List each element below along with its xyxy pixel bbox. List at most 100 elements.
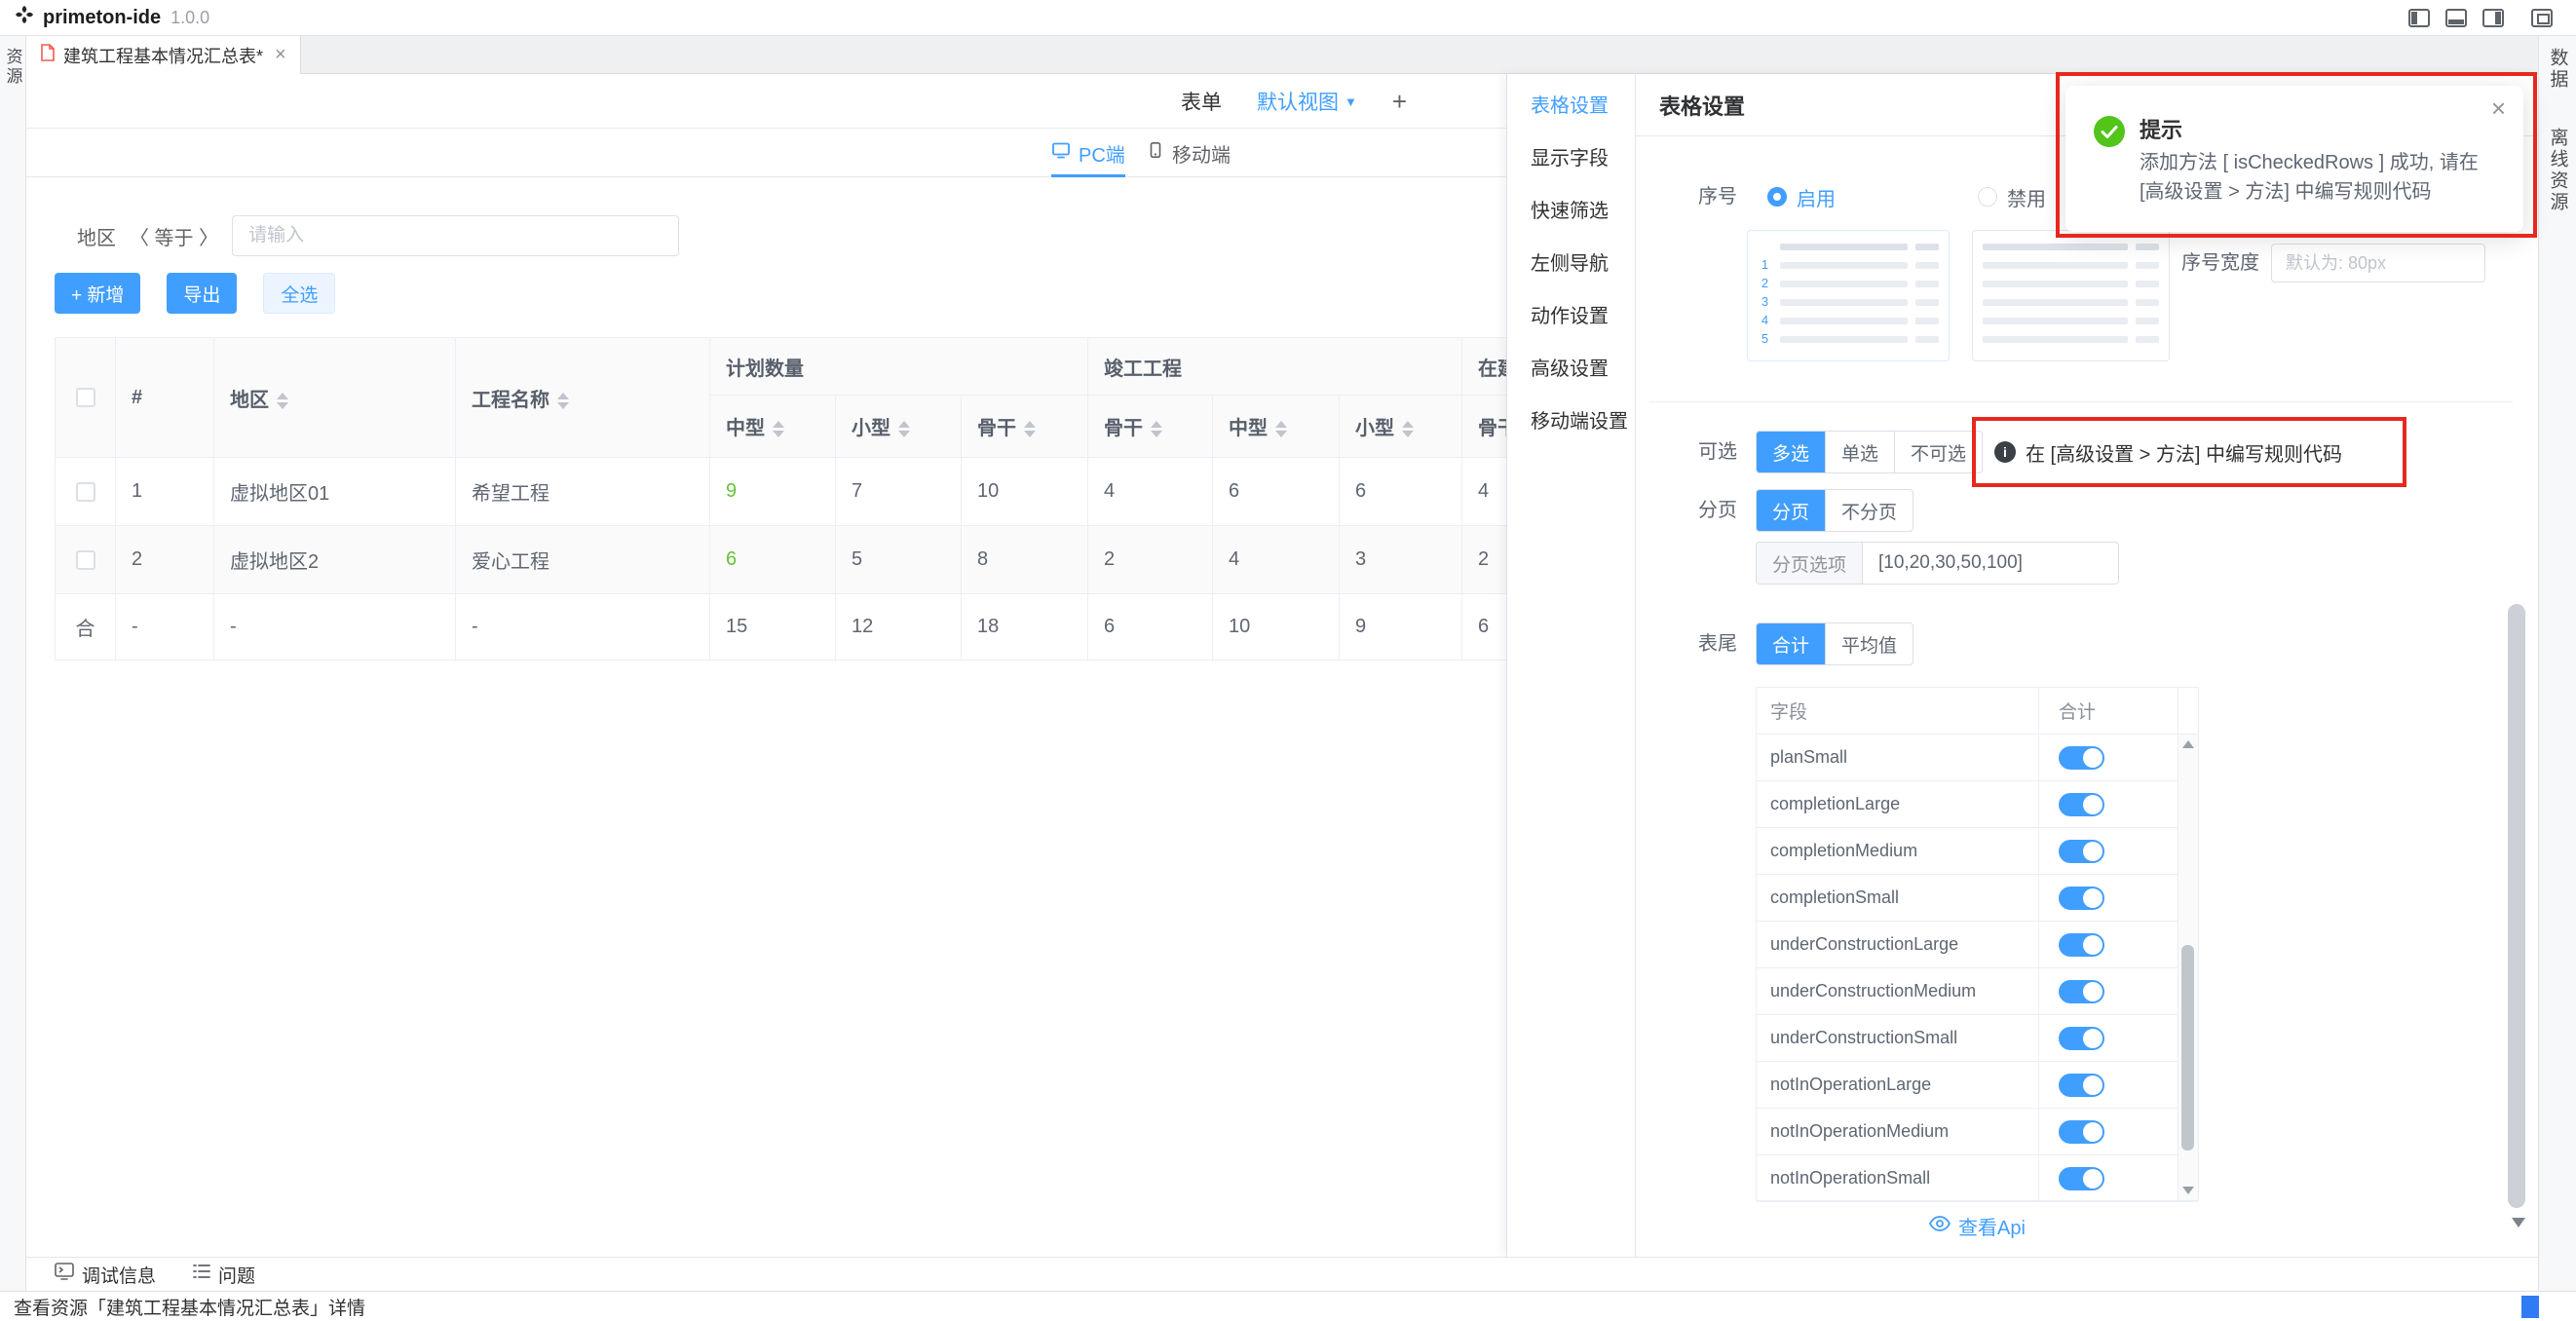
rail-resources[interactable]: 资源: [1, 48, 25, 87]
header-project-name[interactable]: 工程名称: [456, 338, 710, 458]
form-menu[interactable]: 表单: [1181, 87, 1222, 116]
sort-icon[interactable]: [1151, 421, 1162, 437]
field-name: underConstructionMedium: [1757, 968, 2039, 1014]
field-name: notInOperationSmall: [1757, 1155, 2039, 1201]
table-row[interactable]: 1 虚拟地区01 希望工程 9 7 10 4 6 6 4: [56, 458, 1507, 526]
seq-disable-radio[interactable]: 禁用: [1978, 183, 2046, 210]
header-region[interactable]: 地区: [214, 338, 456, 458]
header-group-completed: 竣工工程: [1088, 338, 1462, 396]
export-button[interactable]: 导出: [167, 273, 237, 314]
seq-enabled-preview[interactable]: 1 2 3 4 5: [1747, 230, 1950, 361]
selectable-multi-option[interactable]: 多选: [1757, 432, 1825, 472]
header-plan-medium[interactable]: 中型: [710, 396, 836, 458]
debug-info-button[interactable]: 调试信息: [55, 1262, 156, 1288]
pagination-off-option[interactable]: 不分页: [1825, 490, 1913, 531]
tab-mobile[interactable]: 移动端: [1147, 129, 1231, 177]
table-row[interactable]: 2 虚拟地区2 爱心工程 6 5 8 2 4 3 2: [56, 526, 1507, 594]
cell-plan-small: 7: [836, 458, 962, 526]
header-comp-medium[interactable]: 中型: [1213, 396, 1340, 458]
cell-checkbox: [56, 458, 116, 526]
rail-offline-resources[interactable]: 离线资源: [2545, 128, 2571, 213]
seq-width-input[interactable]: [2271, 244, 2485, 283]
tab-pc[interactable]: PC端: [1051, 129, 1125, 177]
settings-nav: 表格设置 显示字段 快速筛选 左侧导航 动作设置 高级设置 移动端设置: [1507, 74, 1636, 1257]
filter-input[interactable]: [232, 215, 679, 256]
list-item: completionLarge: [1757, 781, 2198, 828]
select-all-checkbox[interactable]: [76, 388, 95, 407]
scroll-up-icon[interactable]: [2182, 740, 2194, 748]
toast-close-icon[interactable]: ×: [2491, 94, 2506, 124]
field-toggle-switch[interactable]: [2059, 746, 2104, 770]
settings-nav-mobile-settings[interactable]: 移动端设置: [1507, 396, 1635, 448]
add-row-button[interactable]: + 新增: [55, 273, 140, 314]
settings-nav-left-nav[interactable]: 左侧导航: [1507, 238, 1635, 290]
scroll-down-icon[interactable]: [2182, 1187, 2194, 1194]
document-tab-title: 建筑工程基本情况汇总表*: [63, 43, 263, 68]
field-toggle-switch[interactable]: [2059, 887, 2104, 910]
list-item: underConstructionLarge: [1757, 922, 2198, 968]
cell-plan-medium: 15: [710, 594, 836, 660]
selectable-single-option[interactable]: 单选: [1825, 432, 1894, 472]
seq-enable-radio[interactable]: 启用: [1767, 183, 1836, 210]
panel-scrollbar-thumb[interactable]: [2508, 604, 2525, 1208]
settings-nav-quick-filter[interactable]: 快速筛选: [1507, 185, 1635, 238]
document-tab[interactable]: 建筑工程基本情况汇总表* ×: [26, 36, 301, 74]
field-name: underConstructionSmall: [1757, 1015, 2039, 1061]
field-toggle-switch[interactable]: [2059, 793, 2104, 816]
seq-disabled-preview[interactable]: [1972, 230, 2170, 361]
grid-toolbar: + 新增 导出 全选: [55, 273, 335, 314]
header-comp-backbone[interactable]: 骨干: [1088, 396, 1213, 458]
field-toggle-switch[interactable]: [2059, 980, 2104, 1003]
save-icon[interactable]: [2531, 9, 2553, 27]
view-selector[interactable]: 默认视图 ▼: [1257, 87, 1357, 116]
cell-comp-small: 9: [1340, 594, 1462, 660]
toggle-right-panel-icon[interactable]: [2482, 9, 2504, 27]
footer-avg-option[interactable]: 平均值: [1825, 623, 1913, 664]
settings-nav-action-settings[interactable]: 动作设置: [1507, 290, 1635, 343]
pagination-on-option[interactable]: 分页: [1757, 490, 1825, 531]
sort-icon[interactable]: [1275, 421, 1287, 437]
view-api-link[interactable]: 查看Api: [1756, 1212, 2199, 1240]
list-scrollbar[interactable]: [2178, 735, 2198, 1200]
rail-data[interactable]: 数据: [2545, 48, 2571, 91]
panel-scroll-down-icon[interactable]: [2512, 1218, 2525, 1227]
page-sizes-input[interactable]: [10,20,30,50,100]: [1863, 543, 2118, 584]
sort-icon[interactable]: [277, 393, 288, 409]
field-toggle-switch[interactable]: [2059, 1120, 2104, 1144]
cell-comp-small: 3: [1340, 526, 1462, 594]
field-toggle-switch[interactable]: [2059, 933, 2104, 957]
field-toggle-switch[interactable]: [2059, 840, 2104, 863]
footer-sum-option[interactable]: 合计: [1757, 623, 1825, 664]
row-checkbox[interactable]: [76, 550, 95, 570]
settings-nav-advanced-settings[interactable]: 高级设置: [1507, 343, 1635, 396]
sort-icon[interactable]: [1024, 421, 1036, 437]
cell-index: 1: [116, 458, 214, 526]
header-comp-small[interactable]: 小型: [1340, 396, 1462, 458]
selectable-none-option[interactable]: 不可选: [1894, 432, 1982, 472]
filter-operator[interactable]: 〈 等于 〉: [130, 222, 218, 250]
field-toggle-switch[interactable]: [2059, 1074, 2104, 1097]
header-under-backbone[interactable]: 骨干: [1462, 396, 1507, 458]
scrollbar-thumb[interactable]: [2181, 945, 2194, 1151]
list-item: planSmall: [1757, 735, 2198, 781]
field-toggle-switch[interactable]: [2059, 1027, 2104, 1050]
header-plan-small[interactable]: 小型: [836, 396, 962, 458]
sort-icon[interactable]: [773, 421, 784, 437]
row-checkbox[interactable]: [76, 482, 95, 502]
field-toggle-switch[interactable]: [2059, 1167, 2104, 1190]
toggle-bottom-panel-icon[interactable]: [2445, 9, 2467, 27]
sort-icon[interactable]: [557, 393, 569, 409]
sort-icon[interactable]: [1402, 421, 1414, 437]
settings-nav-display-fields[interactable]: 显示字段: [1507, 132, 1635, 185]
header-plan-backbone[interactable]: 骨干: [962, 396, 1088, 458]
select-all-button[interactable]: 全选: [263, 273, 335, 314]
list-item: notInOperationSmall: [1757, 1155, 2198, 1202]
settings-nav-table-settings[interactable]: 表格设置: [1507, 80, 1635, 132]
problems-label: 问题: [218, 1262, 255, 1288]
toggle-left-panel-icon[interactable]: [2408, 9, 2430, 27]
sort-icon[interactable]: [898, 421, 910, 437]
add-view-button[interactable]: +: [1392, 87, 1407, 117]
tab-close-icon[interactable]: ×: [275, 44, 286, 66]
field-name: completionLarge: [1757, 781, 2039, 827]
problems-button[interactable]: 问题: [193, 1262, 255, 1288]
